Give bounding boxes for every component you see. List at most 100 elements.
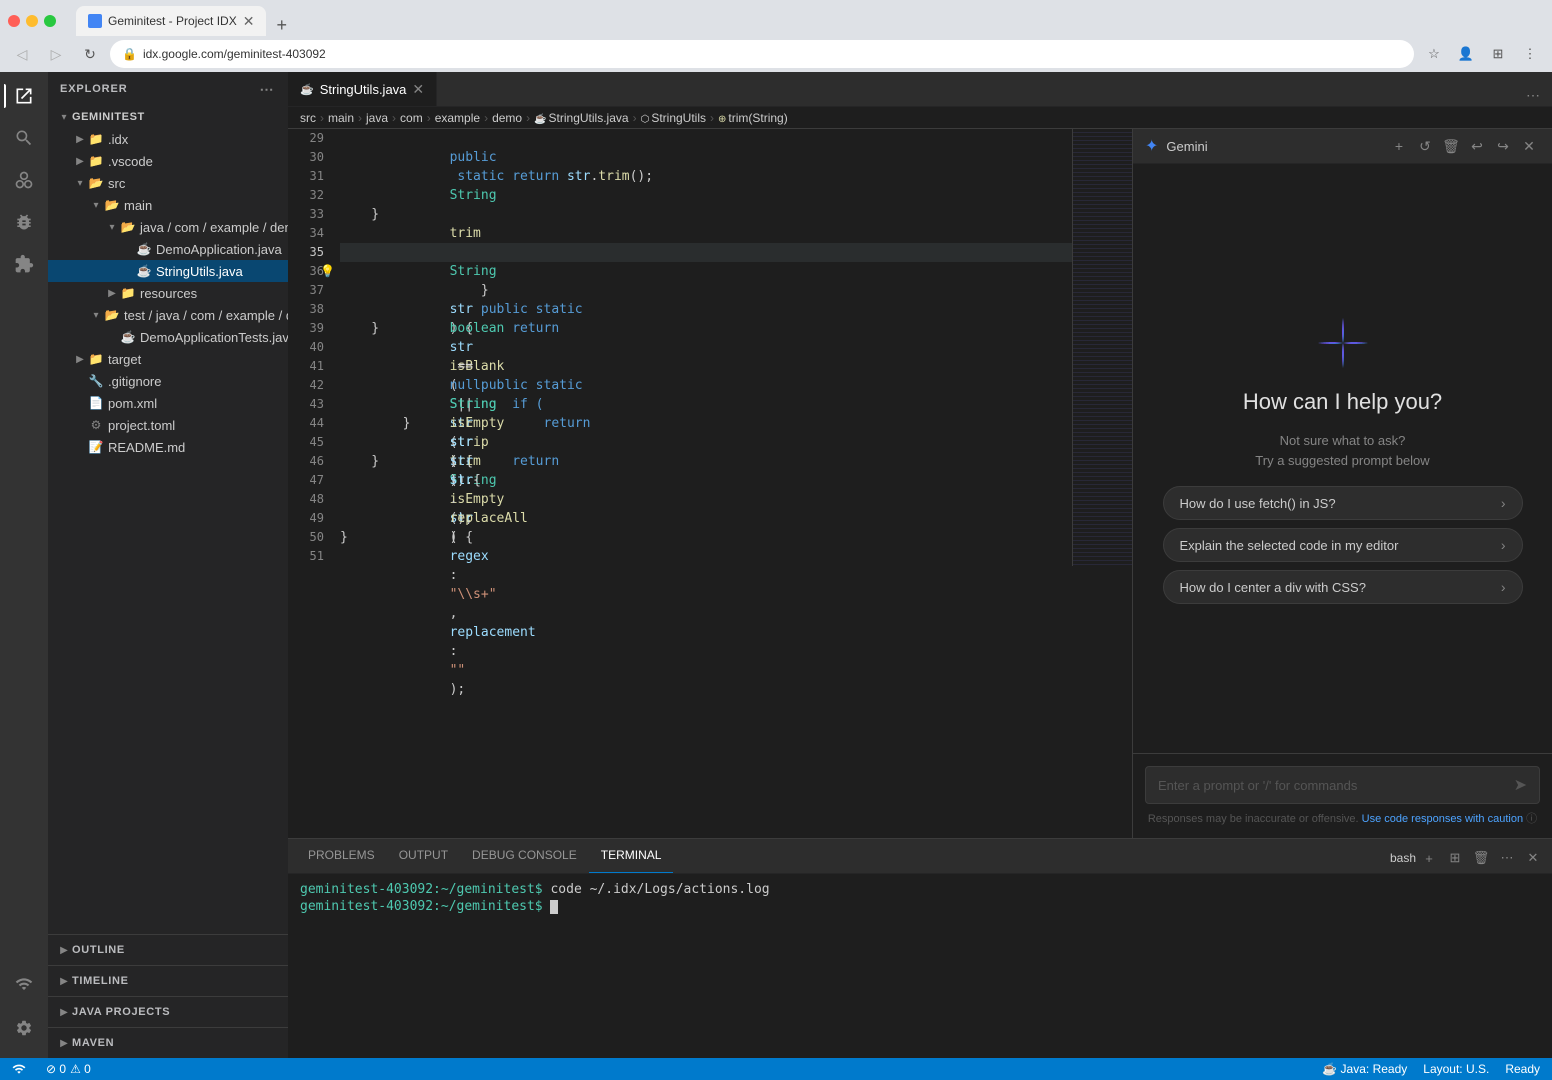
status-ready[interactable]: Ready [1501,1058,1544,1080]
tree-item-src[interactable]: ▾ 📂 src [48,172,288,194]
gemini-disclaimer: Responses may be inaccurate or offensive… [1145,810,1540,826]
gitignore-label: .gitignore [108,374,161,389]
vscode-label: .vscode [108,154,153,169]
status-remote[interactable] [8,1058,30,1080]
tree-item-gitignore[interactable]: ▶ 🔧 .gitignore [48,370,288,392]
gemini-back-icon[interactable]: ↩ [1466,135,1488,157]
activity-source-control-icon[interactable] [4,160,44,200]
breadcrumb-class[interactable]: ⬡StringUtils [641,111,706,125]
tree-item-test[interactable]: ▾ 📂 test / java / com / example / demo [48,304,288,326]
breadcrumb-java[interactable]: java [366,111,388,125]
outline-header[interactable]: ▶ OUTLINE [48,939,288,961]
tree-item-idx[interactable]: ▶ 📁 .idx [48,128,288,150]
back-button[interactable]: ◁ [8,40,36,68]
tree-item-demo-application[interactable]: ▶ ☕ DemoApplication.java [48,238,288,260]
error-count: ⊘ 0 [46,1062,66,1076]
code-line-48 [340,490,1072,509]
status-layout[interactable]: Layout: U.S. [1419,1058,1493,1080]
tree-item-main[interactable]: ▾ 📂 main [48,194,288,216]
gemini-suggestion-explain[interactable]: Explain the selected code in my editor › [1163,528,1523,562]
line-num-37: 37 [288,281,324,300]
breadcrumb-com[interactable]: com [400,111,423,125]
terminal-split-icon[interactable]: ⊞ [1444,847,1466,869]
tree-item-readme[interactable]: ▶ 📝 README.md [48,436,288,458]
breadcrumb-demo[interactable]: demo [492,111,522,125]
tab-debug-console[interactable]: DEBUG CONSOLE [460,838,589,873]
idx-label: .idx [108,132,128,147]
code-lines: public static String trim ( String str )… [332,129,1072,566]
activity-settings-icon[interactable] [4,1008,44,1048]
gemini-suggestions: How do I use fetch() in JS? › Explain th… [1163,486,1523,604]
maximize-window-button[interactable] [44,15,56,27]
code-content: 29 30 31 32 33 34 35 36 37 38 39 40 41 4… [288,129,1132,566]
tree-root[interactable]: ▾ GEMINITEST [48,106,288,128]
sidebar-header: EXPLORER ⋯ [48,72,288,106]
breadcrumb-sep-7: › [633,111,637,125]
gemini-suggestion-center[interactable]: How do I center a div with CSS? › [1163,570,1523,604]
breadcrumb-src[interactable]: src [300,111,316,125]
java-projects-header[interactable]: ▶ JAVA PROJECTS [48,1001,288,1023]
code-editor[interactable]: 29 30 31 32 33 34 35 36 37 38 39 40 41 4… [288,129,1132,838]
tab-output[interactable]: OUTPUT [387,838,460,873]
browser-tab-close-icon[interactable]: ✕ [243,13,255,30]
gemini-history-icon[interactable]: ↺ [1414,135,1436,157]
tree-item-java-com-example-demo[interactable]: ▾ 📂 java / com / example / demo [48,216,288,238]
browser-tab-active[interactable]: Geminitest - Project IDX ✕ [76,6,266,36]
tree-item-target[interactable]: ▶ 📁 target [48,348,288,370]
activity-extensions-icon[interactable] [4,244,44,284]
browser-top-bar: Geminitest - Project IDX ✕ + [0,0,1552,36]
terminal-trash-icon[interactable]: 🗑 [1470,847,1492,869]
terminal-more-icon[interactable]: ⋯ [1496,847,1518,869]
profile-button[interactable]: 👤 [1452,40,1480,68]
editor-split-icon[interactable]: ⋯ [1522,84,1544,106]
forward-button[interactable]: ▷ [42,40,70,68]
address-bar[interactable]: 🔒 idx.google.com/geminitest-403092 [110,40,1414,68]
gemini-suggestion-fetch[interactable]: How do I use fetch() in JS? › [1163,486,1523,520]
tree-item-pomxml[interactable]: ▶ 📄 pom.xml [48,392,288,414]
gemini-close-icon[interactable]: ✕ [1518,135,1540,157]
gemini-prompt-input[interactable] [1158,778,1514,793]
tree-item-vscode[interactable]: ▶ 📁 .vscode [48,150,288,172]
maven-header[interactable]: ▶ MAVEN [48,1032,288,1054]
new-tab-button[interactable]: + [270,15,293,36]
tab-close-icon[interactable]: ✕ [412,82,424,96]
gemini-add-icon[interactable]: + [1388,135,1410,157]
test-label: test / java / com / example / demo [124,308,288,323]
editor-tab-stringutils[interactable]: ☕ StringUtils.java ✕ [288,72,437,106]
tree-item-demo-app-tests[interactable]: ▶ ☕ DemoApplicationTests.java [48,326,288,348]
bookmark-button[interactable]: ☆ [1420,40,1448,68]
terminal-content[interactable]: geminitest-403092:~/geminitest$ code ~/.… [288,874,1552,1058]
activity-debug-icon[interactable] [4,202,44,242]
timeline-header[interactable]: ▶ TIMELINE [48,970,288,992]
breadcrumb-example[interactable]: example [435,111,480,125]
gemini-send-button[interactable]: ➤ [1514,775,1527,795]
gemini-info-icon: ⓘ [1526,813,1537,825]
activity-explorer-icon[interactable] [4,76,44,116]
status-errors[interactable]: ⊘ 0 ⚠ 0 [42,1058,95,1080]
reload-button[interactable]: ↻ [76,40,104,68]
src-folder-icon: 📂 [88,175,104,191]
activity-search-icon[interactable] [4,118,44,158]
terminal-add-icon[interactable]: + [1418,847,1440,869]
minimize-window-button[interactable] [26,15,38,27]
gemini-delete-icon[interactable]: 🗑 [1440,135,1462,157]
breadcrumb-main[interactable]: main [328,111,354,125]
tree-item-string-utils[interactable]: ▶ ☕ StringUtils.java [48,260,288,282]
breadcrumb-sep-5: › [484,111,488,125]
suggestion-center-label: How do I center a div with CSS? [1180,580,1366,595]
tab-terminal[interactable]: TERMINAL [589,838,674,873]
sidebar-new-file-icon[interactable]: ⋯ [258,80,276,98]
gemini-disclaimer-link[interactable]: Use code responses with caution [1362,813,1523,825]
terminal-close-icon[interactable]: ✕ [1522,847,1544,869]
gemini-forward-icon[interactable]: ↪ [1492,135,1514,157]
status-java-ready[interactable]: ☕ Java: Ready [1318,1058,1411,1080]
breadcrumb-method[interactable]: ⊕trim(String) [718,111,788,125]
activity-remote-icon[interactable] [4,964,44,1004]
tree-item-resources[interactable]: ▶ 📁 resources [48,282,288,304]
breadcrumb-file[interactable]: ☕StringUtils.java [534,111,628,125]
tree-item-projecttoml[interactable]: ▶ ⚙ project.toml [48,414,288,436]
extensions-button[interactable]: ⊞ [1484,40,1512,68]
tab-problems[interactable]: PROBLEMS [296,838,387,873]
close-window-button[interactable] [8,15,20,27]
settings-button[interactable]: ⋮ [1516,40,1544,68]
